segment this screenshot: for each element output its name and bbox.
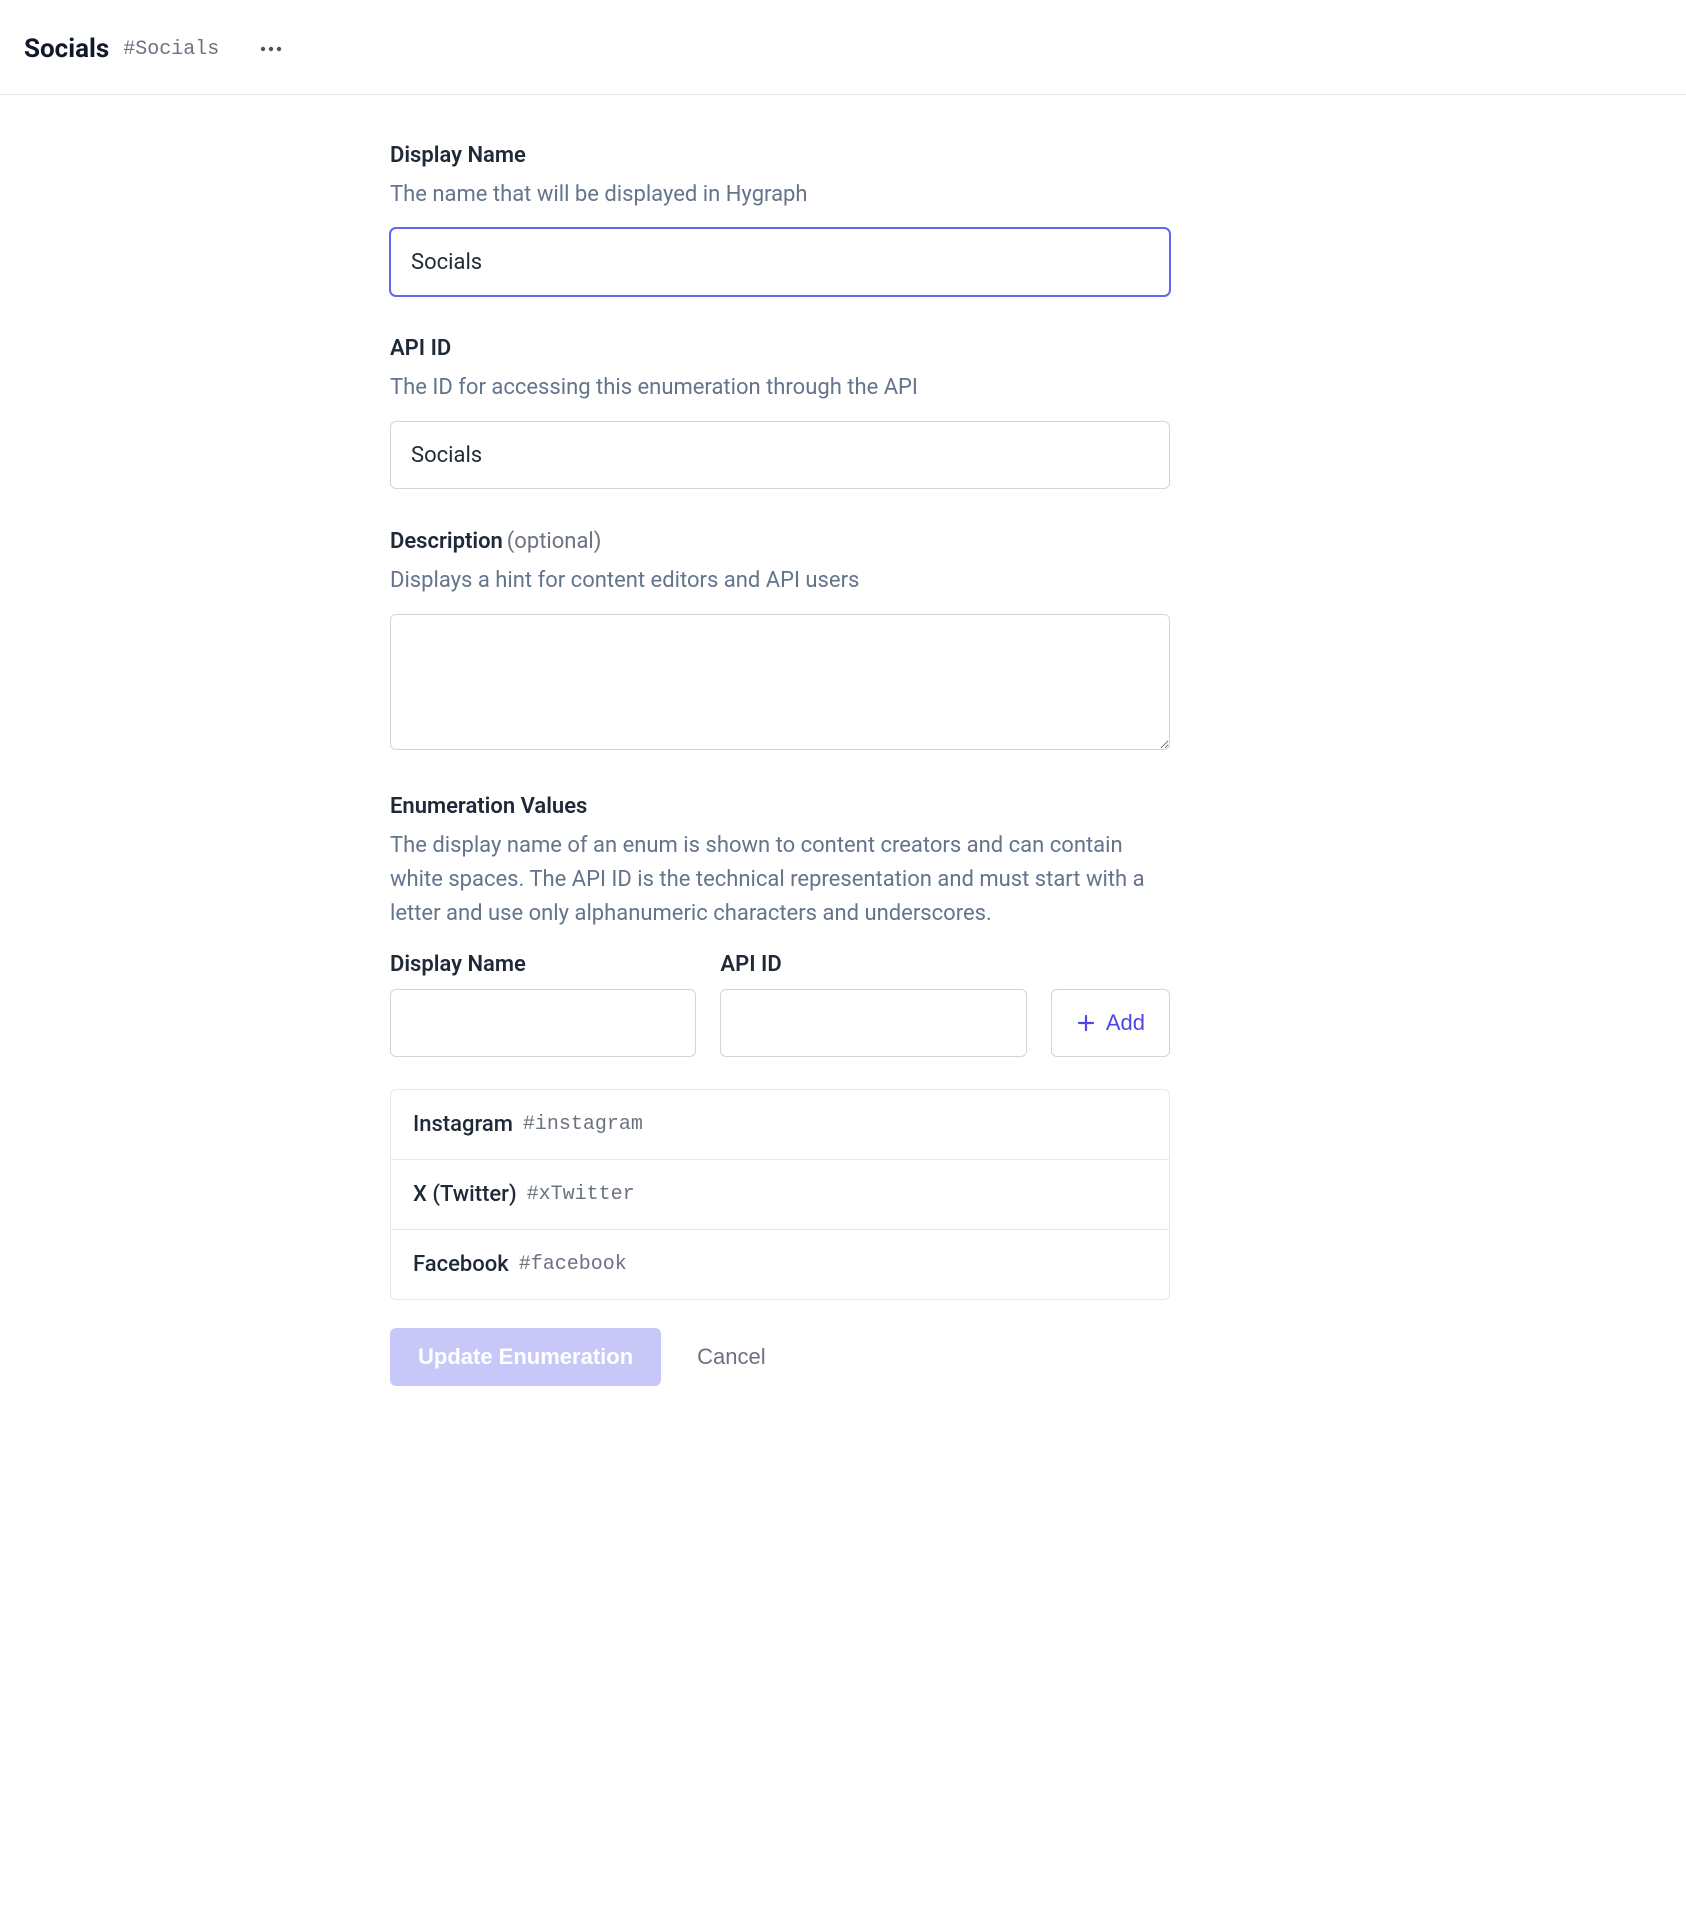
enum-row[interactable]: Facebook #facebook (391, 1229, 1169, 1299)
enum-add-row: Display Name API ID Add (390, 952, 1170, 1057)
field-display-name: Display Name The name that will be displ… (390, 143, 1170, 296)
label-display-name: Display Name (390, 143, 1170, 168)
field-enum-values: Enumeration Values The display name of a… (390, 794, 1170, 1385)
add-button-label: Add (1106, 1010, 1145, 1036)
hint-enum-values: The display name of an enum is shown to … (390, 829, 1170, 931)
enum-values-list: Instagram #instagram X (Twitter) #xTwitt… (390, 1089, 1170, 1300)
more-horizontal-icon (260, 46, 282, 52)
enum-value-api: #instagram (523, 1113, 643, 1136)
label-api-id: API ID (390, 336, 1170, 361)
enum-value-api: #xTwitter (527, 1183, 635, 1206)
form-actions: Update Enumeration Cancel (390, 1328, 1170, 1386)
input-enum-api-id[interactable] (720, 989, 1026, 1057)
label-description: Description (390, 529, 503, 554)
update-enumeration-button[interactable]: Update Enumeration (390, 1328, 661, 1386)
input-api-id[interactable] (390, 421, 1170, 489)
label-description-optional: (optional) (507, 529, 602, 554)
hint-api-id: The ID for accessing this enumeration th… (390, 371, 1170, 405)
enum-value-api: #facebook (519, 1253, 627, 1276)
textarea-description[interactable] (390, 614, 1170, 750)
input-display-name[interactable] (390, 228, 1170, 296)
enumeration-form: Display Name The name that will be displ… (0, 95, 1170, 1386)
enum-col-api: API ID (720, 952, 1026, 1057)
page-header: Socials #Socials (0, 0, 1686, 95)
input-enum-display-name[interactable] (390, 989, 696, 1057)
enum-col-display: Display Name (390, 952, 696, 1057)
enum-value-name: Facebook (413, 1252, 509, 1277)
enum-value-name: X (Twitter) (413, 1182, 517, 1207)
plus-icon (1076, 1013, 1096, 1033)
cancel-button[interactable]: Cancel (693, 1336, 769, 1378)
field-description: Description (optional) Displays a hint f… (390, 529, 1170, 754)
add-enum-value-button[interactable]: Add (1051, 989, 1170, 1057)
enum-row[interactable]: X (Twitter) #xTwitter (391, 1159, 1169, 1229)
page-hash: #Socials (123, 38, 219, 61)
col-label-api-id: API ID (720, 952, 1026, 977)
label-enum-values: Enumeration Values (390, 794, 1170, 819)
col-label-display-name: Display Name (390, 952, 696, 977)
enum-value-name: Instagram (413, 1112, 513, 1137)
more-actions-button[interactable] (257, 35, 285, 63)
hint-display-name: The name that will be displayed in Hygra… (390, 178, 1170, 212)
field-api-id: API ID The ID for accessing this enumera… (390, 336, 1170, 489)
page-title: Socials (24, 34, 109, 64)
hint-description: Displays a hint for content editors and … (390, 564, 1170, 598)
enum-row[interactable]: Instagram #instagram (391, 1090, 1169, 1159)
